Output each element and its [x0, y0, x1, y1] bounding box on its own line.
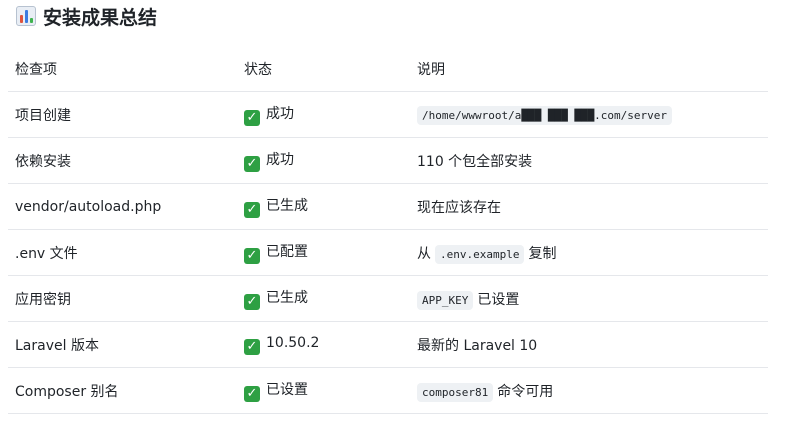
- row-status: ✓ 已生成: [237, 275, 410, 322]
- row-description: 从 .env.example 复制: [410, 229, 768, 276]
- table-row: vendor/autoload.php ✓ 已生成 现在应该存在: [8, 183, 768, 230]
- table-header-row: 检查项 状态 说明: [8, 46, 768, 92]
- table-row: Composer 别名 ✓ 已设置 composer81 命令可用: [8, 367, 768, 414]
- header-description: 说明: [410, 46, 768, 92]
- row-item: 依赖安装: [8, 137, 237, 184]
- status-label: 已生成: [266, 290, 308, 306]
- status-label: 已生成: [266, 198, 308, 214]
- table-row: 应用密钥 ✓ 已生成 APP_KEY 已设置: [8, 275, 768, 322]
- page-title-text: 安装成果总结: [43, 6, 158, 29]
- description-text: 现在应该存在: [417, 199, 501, 216]
- row-item: vendor/autoload.php: [8, 183, 237, 230]
- description-text: 110 个包全部安装: [417, 153, 533, 170]
- check-mark-icon: ✓: [244, 386, 260, 402]
- description-text: 最新的 Laravel 10: [417, 337, 538, 354]
- header-status: 状态: [237, 46, 410, 92]
- status-label: 成功: [266, 106, 294, 122]
- row-description: 最新的 Laravel 10: [410, 321, 768, 368]
- row-status: ✓ 10.50.2: [237, 321, 410, 368]
- row-description: 110 个包全部安装: [410, 137, 768, 184]
- description-text: 复制: [528, 245, 557, 262]
- row-description: /home/wwwroot/a███ ███ ███.com/server: [410, 91, 768, 138]
- description-text: 命令可用: [497, 383, 554, 400]
- status-label: 已配置: [266, 244, 308, 260]
- results-table: 检查项 状态 说明 项目创建 ✓ 成功/home/wwwroot/a███ ███ …: [8, 46, 768, 414]
- header-item: 检查项: [8, 46, 237, 92]
- description-code: /home/wwwroot/a███ ███ ███.com/server: [417, 105, 673, 125]
- status-label: 成功: [266, 152, 294, 168]
- row-item: 项目创建: [8, 91, 237, 138]
- row-description: composer81 命令可用: [410, 367, 768, 414]
- page-title: 安装成果总结: [16, 2, 157, 30]
- row-item: Laravel 版本: [8, 321, 237, 368]
- check-mark-icon: ✓: [244, 156, 260, 172]
- status-label: 已设置: [266, 382, 308, 398]
- description-text: 已设置: [477, 291, 520, 308]
- description-code: composer81: [417, 382, 494, 402]
- check-mark-icon: ✓: [244, 110, 260, 126]
- row-status: ✓ 已配置: [237, 229, 410, 276]
- row-item: Composer 别名: [8, 367, 237, 414]
- install-summary: 安装成果总结 检查项 状态 说明 项目创建 ✓ 成功/home/wwwroot/a█…: [0, 0, 790, 429]
- table-row: 依赖安装 ✓ 成功 110 个包全部安装: [8, 137, 768, 184]
- check-mark-icon: ✓: [244, 294, 260, 310]
- description-code: APP_KEY: [417, 290, 474, 310]
- table-row: Laravel 版本 ✓ 10.50.2 最新的 Laravel 10: [8, 321, 768, 368]
- check-mark-icon: ✓: [244, 202, 260, 218]
- description-code: .env.example: [435, 244, 525, 264]
- row-item: .env 文件: [8, 229, 237, 276]
- status-label: 10.50.2: [266, 334, 320, 351]
- row-description: APP_KEY 已设置: [410, 275, 768, 322]
- bar-chart-icon: [16, 6, 36, 26]
- check-mark-icon: ✓: [244, 248, 260, 264]
- row-status: ✓ 已设置: [237, 367, 410, 414]
- table-row: 项目创建 ✓ 成功/home/wwwroot/a███ ███ ███.com/se…: [8, 91, 768, 138]
- row-item: 应用密钥: [8, 275, 237, 322]
- row-status: ✓ 已生成: [237, 183, 410, 230]
- row-status: ✓ 成功: [237, 91, 410, 138]
- table-row: .env 文件 ✓ 已配置 从 .env.example 复制: [8, 229, 768, 276]
- row-description: 现在应该存在: [410, 183, 768, 230]
- description-text: 从: [417, 245, 431, 262]
- row-status: ✓ 成功: [237, 137, 410, 184]
- check-mark-icon: ✓: [244, 338, 260, 355]
